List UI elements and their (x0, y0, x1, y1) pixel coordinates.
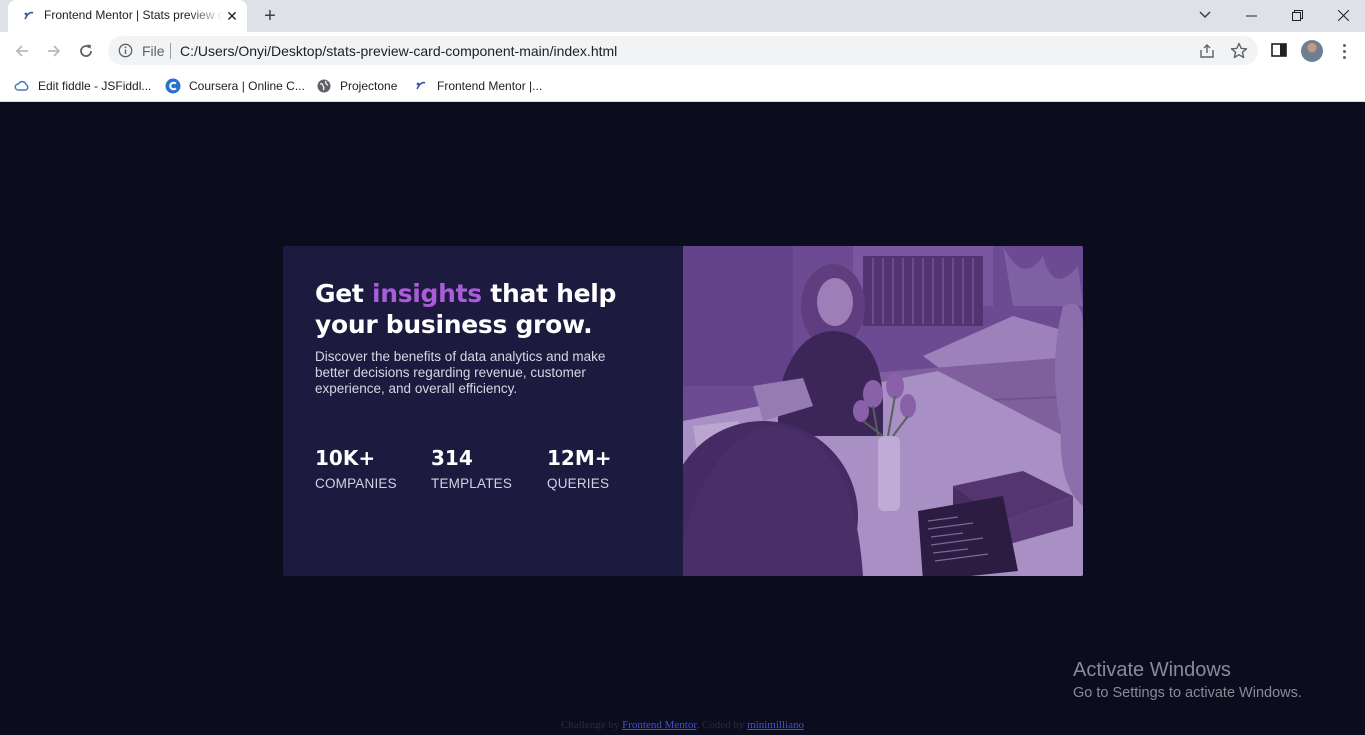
author-link[interactable]: minimilliano (747, 719, 804, 731)
office-meeting-illustration (683, 246, 1083, 576)
browser-toolbar: File C:/Users/Onyi/Desktop/stats-preview… (0, 32, 1365, 70)
stat-label: QUERIES (547, 476, 610, 491)
stat-value: 314 (431, 446, 473, 470)
active-tab[interactable]: Frontend Mentor | Stats preview card com… (8, 0, 247, 32)
close-window-button[interactable] (1320, 0, 1365, 30)
bookmark-jsfiddle[interactable]: Edit fiddle - JSFiddl... (14, 75, 151, 97)
bookmark-label: Coursera | Online C... (189, 79, 305, 93)
frontend-mentor-favicon-icon (22, 9, 36, 23)
headline-lead: Get (315, 279, 372, 308)
forward-arrow-icon[interactable] (42, 39, 66, 63)
frontend-mentor-link[interactable]: Frontend Mentor (622, 719, 696, 731)
stat-value: 12M+ (547, 446, 612, 470)
new-tab-button[interactable]: + (258, 5, 282, 27)
bookmark-label: Frontend Mentor |... (437, 79, 543, 93)
share-icon[interactable] (1198, 42, 1216, 60)
address-bar[interactable]: File C:/Users/Onyi/Desktop/stats-preview… (108, 36, 1258, 65)
reload-icon[interactable] (74, 39, 98, 63)
back-arrow-icon[interactable] (10, 39, 34, 63)
stat-companies: 10K+ COMPANIES (315, 446, 397, 491)
restore-button[interactable] (1274, 0, 1320, 30)
cloud-icon (14, 78, 30, 94)
tab-strip: Frontend Mentor | Stats preview card com… (0, 0, 1365, 32)
headline-accent: insights (371, 279, 482, 308)
windows-activation-watermark: Activate Windows Go to Settings to activ… (1073, 658, 1302, 701)
bookmark-label: Projectone (340, 79, 398, 93)
attribution: Challenge by Frontend Mentor. Coded by m… (0, 719, 1365, 731)
tab-close-icon[interactable]: ✕ (224, 8, 240, 24)
url-text[interactable]: C:/Users/Onyi/Desktop/stats-preview-card… (180, 43, 617, 59)
stat-queries: 12M+ QUERIES (547, 446, 612, 491)
stats-preview-card: Get insights that help your business gro… (283, 246, 1083, 576)
card-hero-image (683, 246, 1083, 576)
activate-title: Activate Windows (1073, 659, 1231, 681)
omnibox-divider (170, 43, 171, 59)
bookmarks-bar: Edit fiddle - JSFiddl... Coursera | Onli… (0, 70, 1365, 102)
side-panel-icon[interactable] (1270, 41, 1288, 59)
coursera-icon (165, 78, 181, 94)
tab-search-chevron-icon[interactable] (1193, 4, 1217, 26)
bookmark-label: Edit fiddle - JSFiddl... (38, 79, 152, 93)
stat-templates: 314 TEMPLATES (431, 446, 512, 491)
bookmark-coursera[interactable]: Coursera | Online C... (165, 75, 305, 97)
tab-title: Frontend Mentor | Stats preview card com… (44, 8, 224, 22)
card-headline: Get insights that help your business gro… (315, 278, 635, 340)
stat-label: COMPANIES (315, 476, 397, 491)
card-text-panel: Get insights that help your business gro… (283, 246, 683, 576)
attribution-middle: . Coded by (696, 719, 748, 731)
bookmark-projectone[interactable]: Projectone (316, 75, 397, 97)
scheme-label: File (142, 43, 165, 59)
frontend-mentor-icon (413, 78, 429, 94)
more-menu-icon[interactable] (1335, 40, 1353, 62)
bookmark-star-icon[interactable] (1229, 41, 1249, 61)
card-description: Discover the benefits of data analytics … (315, 349, 606, 396)
stat-label: TEMPLATES (431, 476, 513, 491)
minimize-button[interactable] (1228, 0, 1274, 30)
site-info-icon[interactable] (118, 43, 133, 58)
attribution-prefix: Challenge by (561, 719, 623, 731)
activate-subtitle: Go to Settings to activate Windows. (1073, 685, 1302, 701)
profile-avatar[interactable] (1301, 40, 1323, 62)
globe-icon (316, 78, 332, 94)
bookmark-frontend-mentor[interactable]: Frontend Mentor |... (413, 75, 542, 97)
stat-value: 10K+ (315, 446, 376, 470)
